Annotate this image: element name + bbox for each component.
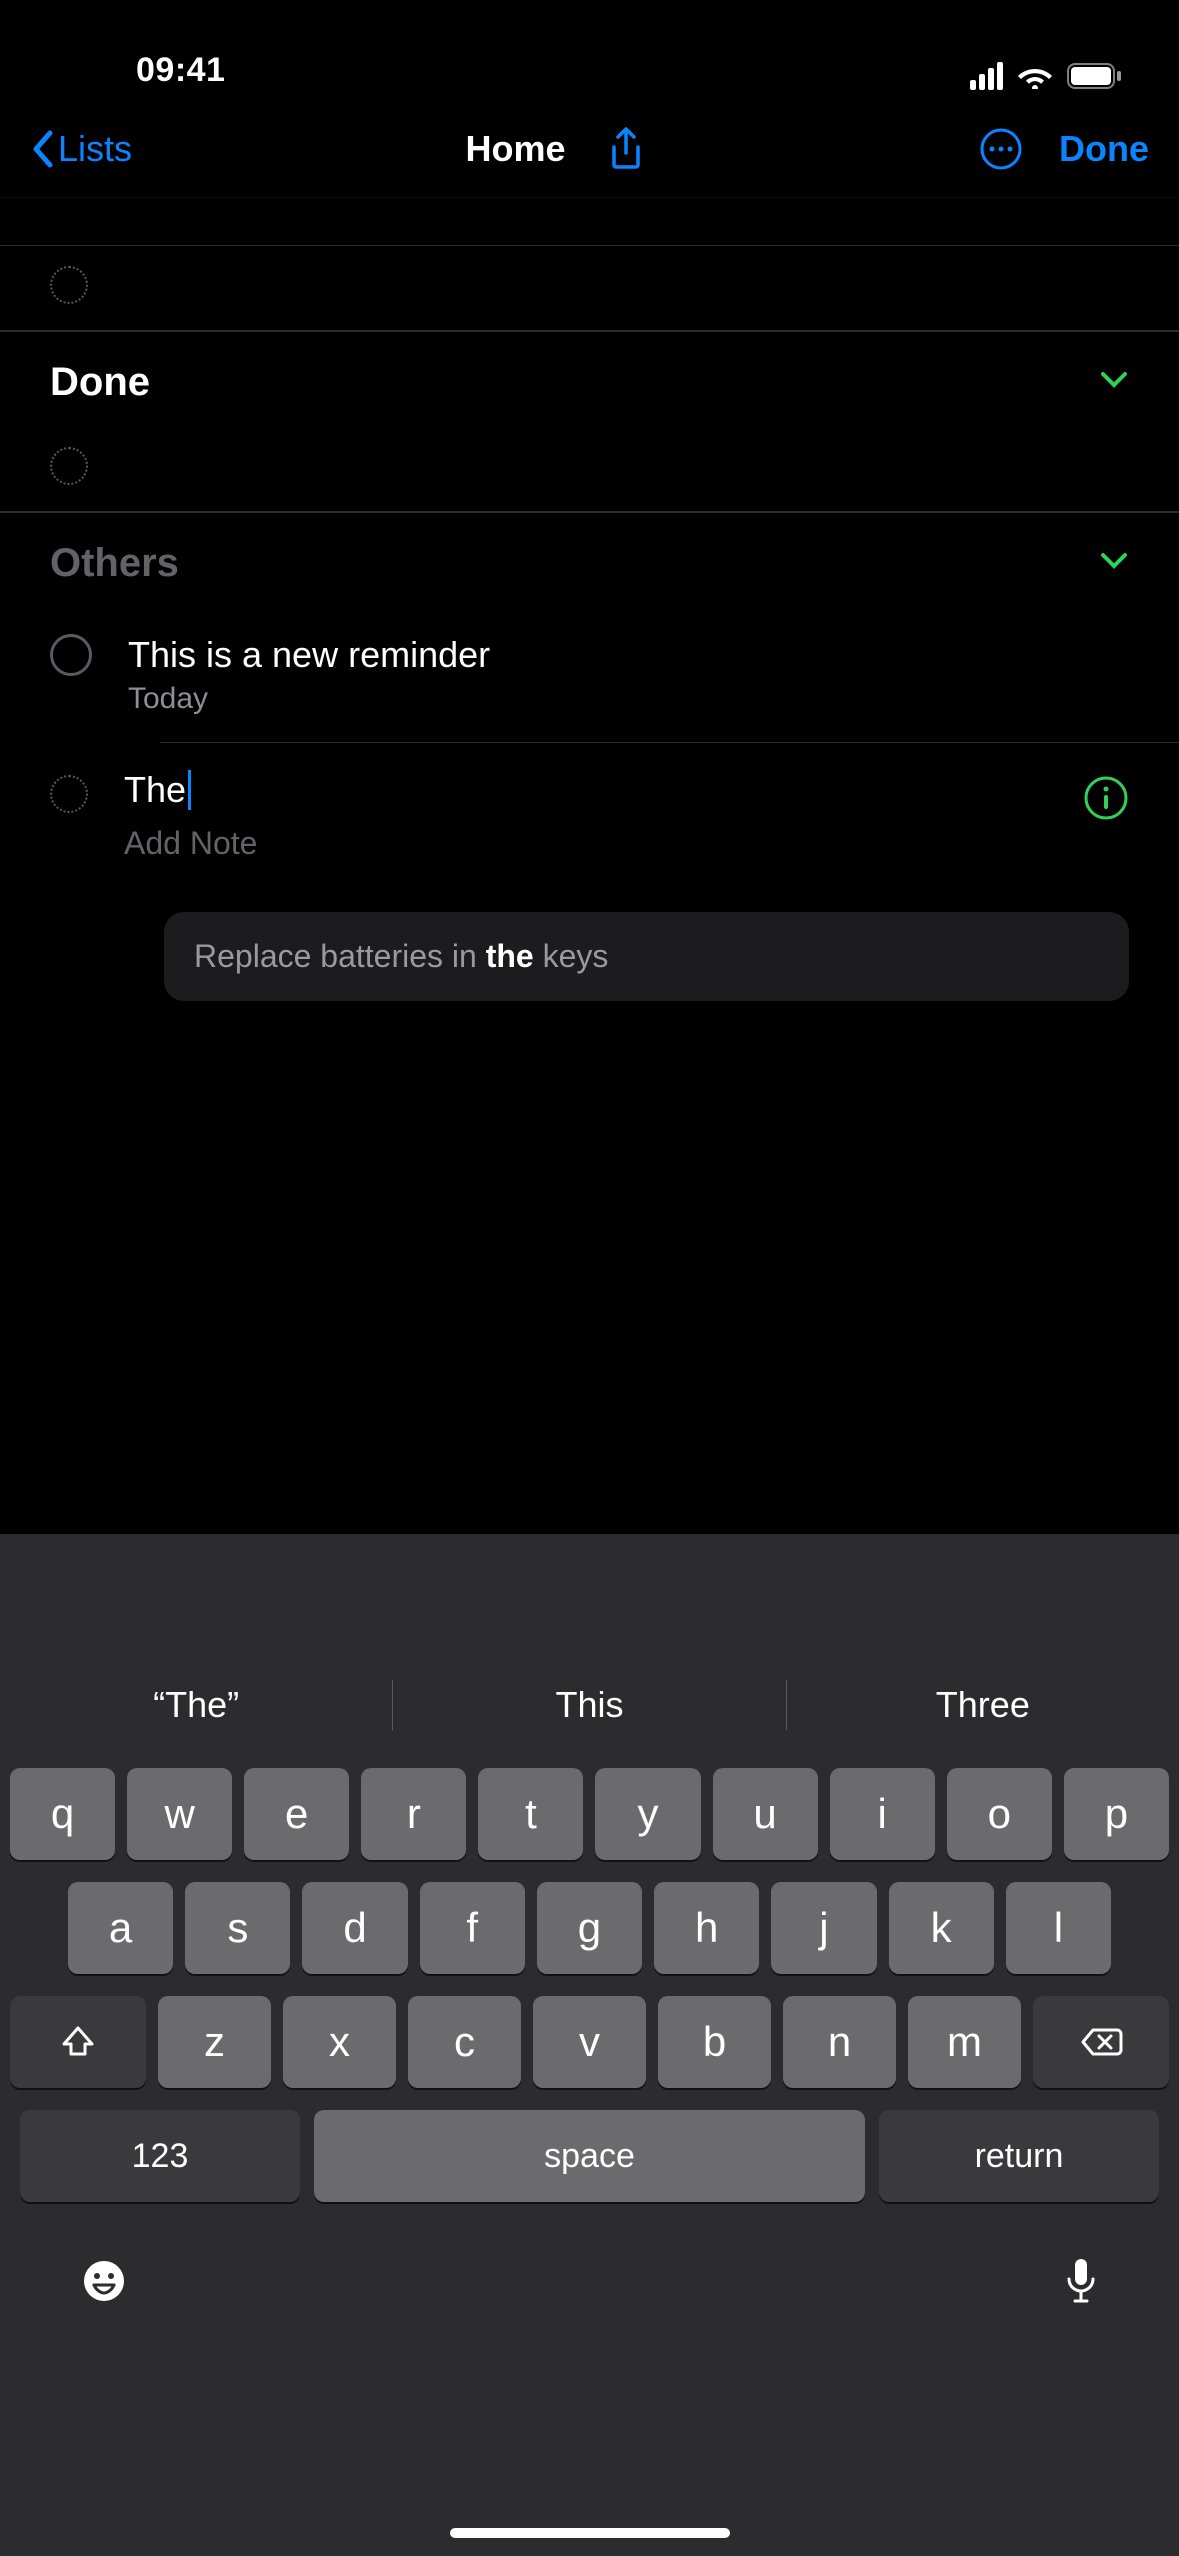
- key-m[interactable]: m: [908, 1996, 1021, 2088]
- empty-radio-icon: [50, 447, 88, 485]
- reminder-row[interactable]: This is a new reminder Today: [0, 608, 1179, 742]
- more-button[interactable]: [979, 127, 1023, 171]
- section-title: Others: [50, 541, 179, 586]
- emoji-button[interactable]: [80, 2257, 128, 2305]
- key-u[interactable]: u: [713, 1768, 818, 1860]
- chevron-down-icon[interactable]: [1099, 551, 1129, 576]
- section-title: Done: [50, 360, 150, 405]
- chevron-down-icon[interactable]: [1099, 370, 1129, 395]
- section-header-others[interactable]: Others: [0, 519, 1179, 608]
- key-123[interactable]: 123: [20, 2110, 300, 2202]
- key-i[interactable]: i: [830, 1768, 935, 1860]
- chevron-left-icon: [30, 129, 54, 169]
- key-e[interactable]: e: [244, 1768, 349, 1860]
- key-s[interactable]: s: [185, 1882, 290, 1974]
- keyboard-row-3: z x c v b n m: [10, 1996, 1169, 2088]
- reminder-date: Today: [128, 682, 1129, 716]
- key-q[interactable]: q: [10, 1768, 115, 1860]
- empty-reminder-row[interactable]: [0, 246, 1179, 324]
- reminder-title: This is a new reminder: [128, 634, 1129, 676]
- key-g[interactable]: g: [537, 1882, 642, 1974]
- mic-icon: [1063, 2255, 1099, 2307]
- dictation-button[interactable]: [1063, 2255, 1099, 2307]
- page-title: Home: [466, 128, 566, 170]
- key-p[interactable]: p: [1064, 1768, 1169, 1860]
- status-bar: 09:41: [0, 0, 1179, 100]
- done-button[interactable]: Done: [1059, 128, 1149, 170]
- key-f[interactable]: f: [420, 1882, 525, 1974]
- key-x[interactable]: x: [283, 1996, 396, 2088]
- reminder-row-editing[interactable]: The Add Note: [0, 743, 1179, 888]
- prediction-right[interactable]: Three: [787, 1684, 1179, 1726]
- siri-suggestion[interactable]: Replace batteries in the keys: [164, 912, 1129, 1001]
- key-r[interactable]: r: [361, 1768, 466, 1860]
- key-z[interactable]: z: [158, 1996, 271, 2088]
- ellipsis-circle-icon: [979, 127, 1023, 171]
- key-w[interactable]: w: [127, 1768, 232, 1860]
- key-b[interactable]: b: [658, 1996, 771, 2088]
- key-l[interactable]: l: [1006, 1882, 1111, 1974]
- backspace-icon: [1079, 2026, 1123, 2058]
- key-backspace[interactable]: [1033, 1996, 1169, 2088]
- share-icon: [606, 125, 646, 173]
- status-time: 09:41: [136, 51, 225, 90]
- prediction-bar: “The” This Three: [0, 1654, 1179, 1756]
- wifi-icon: [1017, 63, 1053, 89]
- keyboard-row-2: a s d f g h j k l: [10, 1882, 1169, 1974]
- key-y[interactable]: y: [595, 1768, 700, 1860]
- list-content: Doing Done Others This is a new reminder…: [0, 198, 1179, 1534]
- key-return[interactable]: return: [879, 2110, 1159, 2202]
- nav-bar: Lists Home Done: [0, 100, 1179, 198]
- empty-radio-icon: [50, 266, 88, 304]
- key-space[interactable]: space: [314, 2110, 865, 2202]
- keyboard: “The” This Three q w e r t y u i o p a s…: [0, 1534, 1179, 2556]
- prediction-middle[interactable]: This: [393, 1684, 785, 1726]
- key-a[interactable]: a: [68, 1882, 173, 1974]
- status-right: [970, 62, 1123, 90]
- note-placeholder[interactable]: Add Note: [124, 825, 1047, 862]
- key-v[interactable]: v: [533, 1996, 646, 2088]
- key-c[interactable]: c: [408, 1996, 521, 2088]
- key-o[interactable]: o: [947, 1768, 1052, 1860]
- reminder-title-input[interactable]: The: [124, 769, 1047, 811]
- info-button[interactable]: [1083, 775, 1129, 821]
- key-d[interactable]: d: [302, 1882, 407, 1974]
- keyboard-row-4: 123 space return: [10, 2110, 1169, 2226]
- shift-icon: [60, 2024, 96, 2060]
- radio-unchecked-icon[interactable]: [50, 634, 92, 676]
- battery-icon: [1067, 63, 1123, 89]
- back-button[interactable]: Lists: [30, 128, 132, 170]
- empty-reminder-row[interactable]: [0, 427, 1179, 505]
- key-n[interactable]: n: [783, 1996, 896, 2088]
- section-header-done[interactable]: Done: [0, 338, 1179, 427]
- home-indicator[interactable]: [450, 2528, 730, 2538]
- key-j[interactable]: j: [771, 1882, 876, 1974]
- share-button[interactable]: [606, 125, 646, 173]
- key-k[interactable]: k: [889, 1882, 994, 1974]
- prediction-left[interactable]: “The”: [0, 1684, 392, 1726]
- key-t[interactable]: t: [478, 1768, 583, 1860]
- key-shift[interactable]: [10, 1996, 146, 2088]
- empty-radio-icon: [50, 775, 88, 813]
- back-label: Lists: [58, 128, 132, 170]
- emoji-icon: [80, 2257, 128, 2305]
- section-header-doing-partial: Doing: [0, 198, 1179, 246]
- info-circle-icon: [1083, 775, 1129, 821]
- cellular-icon: [970, 62, 1003, 90]
- keyboard-bottom-bar: [0, 2226, 1179, 2336]
- keyboard-row-1: q w e r t y u i o p: [10, 1768, 1169, 1860]
- key-h[interactable]: h: [654, 1882, 759, 1974]
- text-caret: [188, 770, 191, 810]
